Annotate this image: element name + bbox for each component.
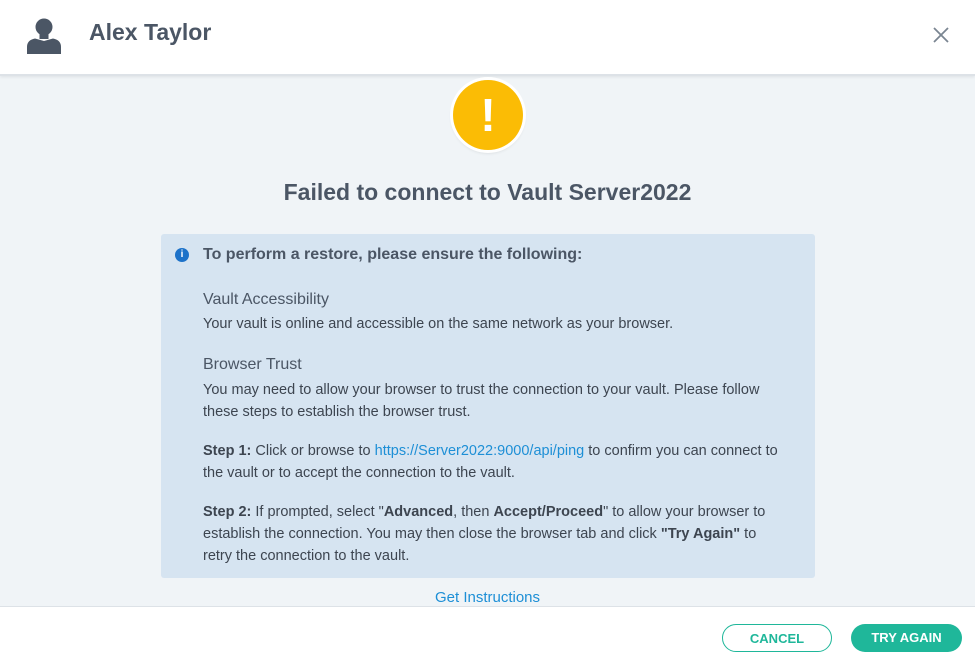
info-heading: To perform a restore, please ensure the … [203,246,583,263]
user-name: Alex Taylor [89,19,212,45]
error-title: Failed to connect to Vault Server2022 [283,179,692,205]
step-2-label: Step 2: [203,504,252,520]
step-2: Step 2: If prompted, select "Advanced, t… [203,504,766,564]
close-icon[interactable] [930,24,952,46]
vault-accessibility-title: Vault Accessibility [203,291,329,308]
browser-trust-title: Browser Trust [203,356,302,373]
info-icon: i [175,248,189,262]
ping-link[interactable]: https://Server2022:9000/api/ping [375,443,585,459]
vault-accessibility-text: Your vault is online and accessible on t… [203,316,674,332]
browser-trust-text: You may need to allow your browser to tr… [203,382,760,420]
info-panel: i To perform a restore, please ensure th… [161,234,815,578]
warning-icon: ! [453,80,523,150]
step-1: Step 1: Click or browse to https://Serve… [203,443,778,481]
cancel-button[interactable]: CANCEL [722,624,832,652]
dialog-header: Alex Taylor [0,0,975,76]
try-again-button[interactable]: TRY AGAIN [851,624,962,652]
dialog-footer: CANCEL TRY AGAIN [0,606,975,662]
get-instructions-link[interactable]: Get Instructions [0,589,975,606]
step-1-label: Step 1: [203,443,252,459]
person-icon [27,18,61,54]
